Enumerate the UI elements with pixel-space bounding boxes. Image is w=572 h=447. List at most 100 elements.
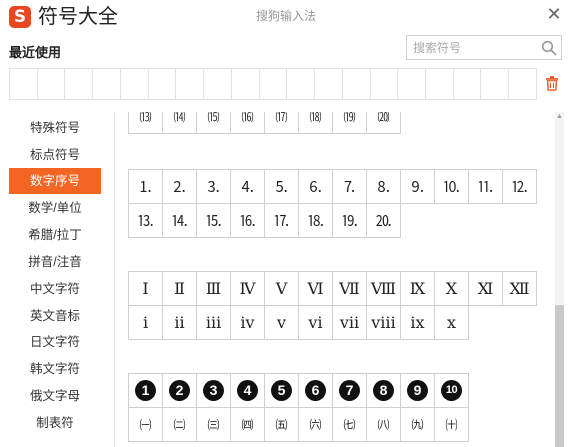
sidebar-item[interactable]: 俄文字母: [9, 383, 101, 409]
symbol-cell[interactable]: ⅲ: [197, 306, 231, 340]
sidebar-item[interactable]: 拼音/注音: [9, 249, 101, 275]
symbol-cell[interactable]: ⒛: [367, 204, 401, 238]
symbol-cell[interactable]: ⒚: [333, 204, 367, 238]
recent-symbol-cell[interactable]: [38, 69, 66, 99]
symbol-cell[interactable]: ⒍: [299, 170, 333, 204]
symbol-cell[interactable]: ⅵ: [299, 306, 333, 340]
symbol-cell[interactable]: Ⅷ: [367, 272, 401, 306]
symbol-cell[interactable]: ⒎: [333, 170, 367, 204]
recent-symbol-cell[interactable]: [454, 69, 482, 99]
scrollbar-thumb[interactable]: [555, 305, 564, 447]
symbol-cell[interactable]: 5: [265, 374, 299, 408]
recent-symbol-cell[interactable]: [481, 69, 510, 99]
symbol-cell[interactable]: Ⅴ: [265, 272, 299, 306]
symbol-cell[interactable]: ⒐: [401, 170, 435, 204]
recent-symbol-cell[interactable]: [371, 69, 399, 99]
symbol-cell[interactable]: ⒉: [163, 170, 197, 204]
symbol-cell[interactable]: ⒂: [197, 112, 231, 134]
symbol-cell[interactable]: ⒈: [129, 170, 163, 204]
symbol-cell[interactable]: 6: [299, 374, 333, 408]
symbol-cell[interactable]: ㈧: [367, 408, 401, 442]
symbol-cell[interactable]: 8: [367, 374, 401, 408]
symbol-cell[interactable]: ⅶ: [333, 306, 367, 340]
symbol-cell[interactable]: ㈥: [299, 408, 333, 442]
symbol-cell[interactable]: ⒑: [435, 170, 469, 204]
symbol-cell[interactable]: ⒄: [265, 112, 299, 134]
symbol-cell[interactable]: ㈤: [265, 408, 299, 442]
symbol-cell[interactable]: ⒅: [299, 112, 333, 134]
symbol-cell[interactable]: ⒘: [265, 204, 299, 238]
symbol-cell[interactable]: 7: [333, 374, 367, 408]
symbol-cell[interactable]: 3: [197, 374, 231, 408]
symbol-cell[interactable]: ⒒: [469, 170, 503, 204]
symbol-cell[interactable]: ⒆: [333, 112, 367, 134]
symbol-cell[interactable]: 9: [401, 374, 435, 408]
trash-icon[interactable]: [544, 75, 560, 91]
recent-symbol-cell[interactable]: [93, 69, 121, 99]
symbol-cell[interactable]: Ⅱ: [163, 272, 197, 306]
symbol-cell[interactable]: ㈣: [231, 408, 265, 442]
symbol-cell[interactable]: ㈦: [333, 408, 367, 442]
symbol-cell[interactable]: ⒏: [367, 170, 401, 204]
symbol-cell[interactable]: ㈡: [163, 408, 197, 442]
recent-symbol-cell[interactable]: [398, 69, 427, 99]
recent-symbol-cell[interactable]: [121, 69, 149, 99]
recent-symbol-cell[interactable]: [315, 69, 343, 99]
symbol-cell[interactable]: 10: [435, 374, 469, 408]
recent-symbol-cell[interactable]: [426, 69, 454, 99]
search-input[interactable]: [413, 39, 538, 56]
symbol-cell[interactable]: ⒕: [163, 204, 197, 238]
sidebar-item[interactable]: 日文字符: [9, 329, 101, 355]
symbol-cell[interactable]: Ⅵ: [299, 272, 333, 306]
symbol-cell[interactable]: ⒁: [163, 112, 197, 134]
symbol-cell[interactable]: ⒔: [129, 204, 163, 238]
symbol-cell[interactable]: ⒋: [231, 170, 265, 204]
recent-symbol-cell[interactable]: [65, 69, 94, 99]
symbol-cell[interactable]: ㈢: [197, 408, 231, 442]
symbol-cell[interactable]: Ⅸ: [401, 272, 435, 306]
symbol-cell[interactable]: Ⅹ: [435, 272, 469, 306]
symbol-cell[interactable]: ⒓: [503, 170, 537, 204]
search-icon[interactable]: [541, 40, 557, 56]
sidebar-item[interactable]: 数字序号: [9, 168, 101, 194]
symbol-cell[interactable]: Ⅻ: [503, 272, 537, 306]
symbol-cell[interactable]: ⅷ: [367, 306, 401, 340]
symbol-cell[interactable]: Ⅳ: [231, 272, 265, 306]
sidebar-item[interactable]: 标点符号: [9, 142, 101, 168]
symbol-cell[interactable]: ⅴ: [265, 306, 299, 340]
symbol-cell[interactable]: ⒖: [197, 204, 231, 238]
recent-symbol-cell[interactable]: [343, 69, 371, 99]
symbol-cell[interactable]: 1: [129, 374, 163, 408]
sidebar-item[interactable]: 制表符: [9, 410, 101, 436]
symbol-cell[interactable]: ⅱ: [163, 306, 197, 340]
symbol-cell[interactable]: ⅰ: [129, 306, 163, 340]
symbol-cell[interactable]: Ⅶ: [333, 272, 367, 306]
symbol-cell[interactable]: Ⅺ: [469, 272, 503, 306]
symbol-cell[interactable]: ⅹ: [435, 306, 469, 340]
symbol-cell[interactable]: 4: [231, 374, 265, 408]
recent-symbol-cell[interactable]: [204, 69, 232, 99]
recent-symbol-cell[interactable]: [260, 69, 288, 99]
recent-symbol-cell[interactable]: [149, 69, 177, 99]
symbol-cell[interactable]: ⅸ: [401, 306, 435, 340]
sidebar-item[interactable]: 数学/单位: [9, 195, 101, 221]
symbol-cell[interactable]: ㈠: [129, 408, 163, 442]
symbol-cell[interactable]: ⒊: [197, 170, 231, 204]
recent-symbol-cell[interactable]: [176, 69, 205, 99]
sidebar-item[interactable]: 特殊符号: [9, 115, 101, 141]
sidebar-item[interactable]: 希腊/拉丁: [9, 222, 101, 248]
symbol-cell[interactable]: ⒗: [231, 204, 265, 238]
sidebar-item[interactable]: 韩文字符: [9, 356, 101, 382]
symbol-cell[interactable]: 2: [163, 374, 197, 408]
recent-symbol-cell[interactable]: [509, 69, 536, 99]
symbol-cell[interactable]: ㈨: [401, 408, 435, 442]
symbol-cell[interactable]: ⒇: [367, 112, 401, 134]
symbol-cell[interactable]: Ⅲ: [197, 272, 231, 306]
recent-symbol-cell[interactable]: [232, 69, 260, 99]
recent-symbol-cell[interactable]: [287, 69, 316, 99]
symbol-cell[interactable]: Ⅰ: [129, 272, 163, 306]
symbol-cell[interactable]: ⒀: [129, 112, 163, 134]
symbol-cell[interactable]: ⅳ: [231, 306, 265, 340]
sidebar-item[interactable]: 英文音标: [9, 303, 101, 329]
symbol-cell[interactable]: ⒙: [299, 204, 333, 238]
